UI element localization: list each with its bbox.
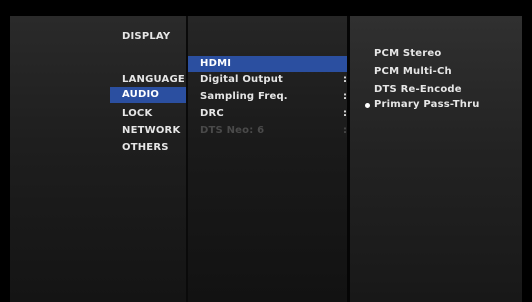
audio-menu-item-drc[interactable]: DRC [188, 106, 347, 122]
hdmi-option-pcm-stereo[interactable]: PCM Stereo [362, 46, 522, 62]
audio-menu-item-sampling-freq[interactable]: Sampling Freq. [188, 89, 347, 105]
value-separator: : [343, 91, 347, 102]
hdmi-option-primary-pass-thru[interactable]: Primary Pass-Thru [362, 97, 522, 113]
audio-menu-item-dts-neo6: DTS Neo: 6 [200, 125, 265, 136]
main-menu-item-language[interactable]: LANGUAGE [110, 72, 186, 88]
main-menu-item-lock[interactable]: LOCK [110, 106, 186, 122]
main-menu-item-audio[interactable]: AUDIO [110, 87, 186, 103]
main-menu-item-network[interactable]: NETWORK [110, 123, 186, 139]
value-separator: : [343, 108, 347, 119]
setup-menu-screen: DISPLAY LANGUAGE AUDIO LOCK NETWORK OTHE… [0, 0, 532, 302]
hdmi-option-pcm-multi-ch[interactable]: PCM Multi-Ch [362, 64, 522, 80]
value-separator: : [343, 125, 347, 136]
main-menu-panel [10, 16, 186, 302]
audio-menu-item-hdmi[interactable]: HDMI [188, 56, 347, 72]
value-separator: : [343, 74, 347, 85]
audio-menu-item-digital-output[interactable]: Digital Output [188, 72, 347, 88]
hdmi-option-dts-re-encode[interactable]: DTS Re-Encode [362, 82, 522, 98]
main-menu-item-display[interactable]: DISPLAY [110, 29, 186, 45]
main-menu-item-others[interactable]: OTHERS [110, 140, 186, 156]
